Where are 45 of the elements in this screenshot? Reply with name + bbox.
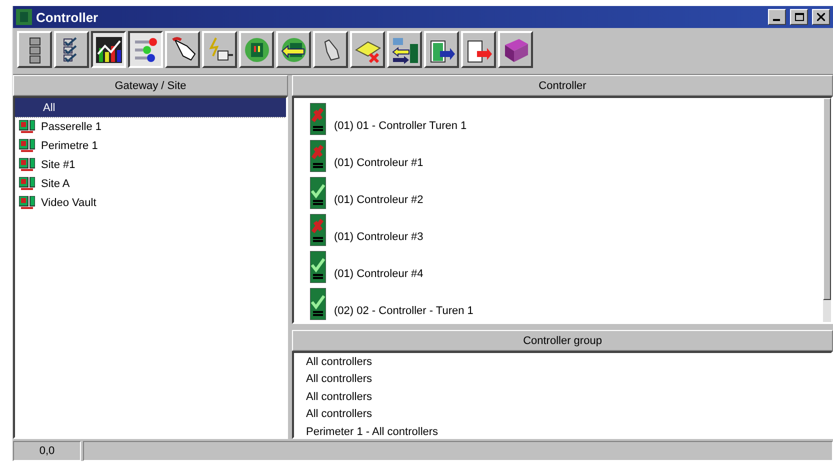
group-item[interactable]: All controllers: [294, 353, 831, 370]
app-icon: [16, 9, 32, 25]
controller-item[interactable]: (01) 01 - Controller Turen 1: [294, 98, 823, 135]
board-check-icon: [310, 177, 326, 209]
gateway-item[interactable]: All: [15, 98, 286, 117]
gateway-item[interactable]: Site A: [15, 174, 286, 193]
board-check-icon: [310, 251, 326, 283]
circuit-board-icon: [242, 36, 270, 64]
status-position: 0,0: [13, 441, 81, 461]
group-item[interactable]: All controllers: [294, 370, 831, 388]
gateway-icon: [19, 138, 35, 152]
panel-header: Gateway / Site: [13, 75, 288, 96]
board-alarm-icon: [310, 103, 326, 135]
scrollbar[interactable]: [823, 98, 831, 322]
panel-header: Controller: [292, 75, 833, 96]
transfer-arrows-icon: [390, 36, 418, 64]
controller-item[interactable]: (01) Controleur #3: [294, 209, 823, 246]
gateway-icon: [19, 176, 35, 190]
board-alarm-icon: [310, 140, 326, 172]
gateway-item[interactable]: Video Vault: [15, 193, 286, 212]
toolbar-button[interactable]: [128, 31, 163, 68]
controller-item[interactable]: (01) Controleur #4: [294, 246, 823, 283]
gateway-icon: [19, 158, 35, 172]
board-alarm-icon: [310, 214, 326, 246]
toolbar-button[interactable]: [91, 31, 126, 68]
window-title: Controller: [36, 10, 100, 24]
maximize-icon: [794, 13, 804, 21]
controller-item[interactable]: (02) 02 - Controller - Turen 1: [294, 283, 823, 320]
gateway-icon: [19, 120, 35, 134]
close-button[interactable]: [812, 9, 830, 25]
bar-chart-icon: [94, 36, 122, 64]
controller-item[interactable]: (01) Controleur #1: [294, 135, 823, 172]
gateway-item[interactable]: Perimetre 1: [15, 136, 286, 155]
group-item[interactable]: All controllers: [294, 406, 831, 423]
group-item[interactable]: All controllers: [294, 388, 831, 406]
group-item[interactable]: Perimeter 1 - All controllers: [294, 423, 831, 437]
panel-header: Controller group: [292, 330, 833, 351]
gateway-item[interactable]: Site #1: [15, 155, 286, 174]
close-icon: [817, 13, 825, 21]
minimize-button[interactable]: [768, 9, 786, 25]
controller-item[interactable]: (01) Controleur #2: [294, 172, 823, 209]
gateway-item[interactable]: Passerelle 1: [15, 117, 286, 136]
gateway-icon: [19, 196, 35, 210]
board-check-icon: [310, 288, 326, 320]
maximize-button[interactable]: [790, 9, 808, 25]
